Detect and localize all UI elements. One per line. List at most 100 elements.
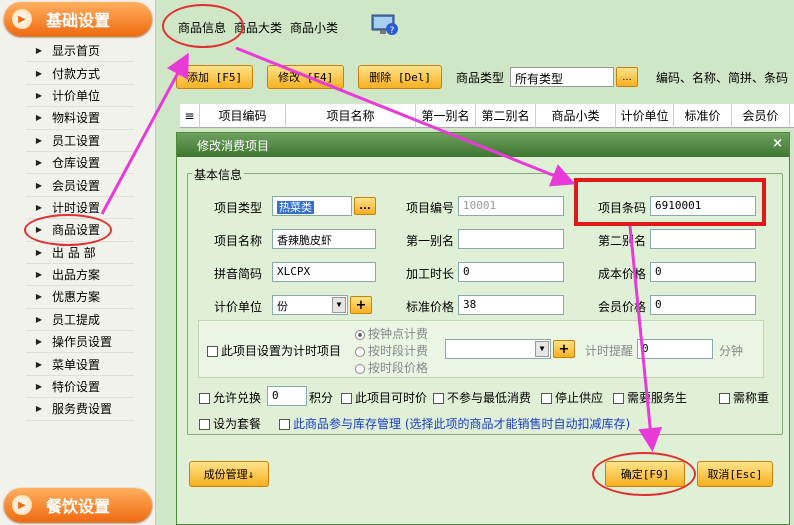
expand-icon: ▶	[12, 495, 32, 515]
triangle-right-icon: ▶	[35, 270, 43, 280]
min-spend-checkbox[interactable]: 不参与最低消费	[433, 389, 531, 406]
sidebar-item-10[interactable]: ▶ 出品方案	[26, 264, 134, 287]
sidebar-item-label: 出品方案	[52, 268, 101, 283]
need-service-checkbox[interactable]: 需要服务生	[613, 389, 687, 406]
radio-period[interactable]: 按时段计费	[355, 342, 428, 359]
triangle-right-icon: ▶	[35, 337, 43, 347]
sidebar-item-label: 计价单位	[52, 88, 101, 103]
chevron-down-icon[interactable]: ▼	[332, 297, 346, 313]
monitor-help-icon[interactable]: ?	[371, 14, 399, 36]
barcode-highlight-box	[574, 178, 766, 226]
type-filter-select[interactable]: 所有类型	[510, 67, 615, 87]
sidebar-item-16[interactable]: ▶ 服务费设置	[26, 398, 134, 421]
code-input[interactable]: 10001	[458, 196, 564, 216]
time-input[interactable]: 0	[458, 262, 564, 282]
type-filter-browse-button[interactable]: ...	[616, 67, 639, 87]
grid-header: ≡ 项目编码 项目名称 第一别名 第二别名 商品小类 计价单位 标准价 会员价	[180, 103, 794, 128]
type-label: 项目类型	[214, 201, 263, 215]
remind-input[interactable]: 0	[637, 339, 713, 359]
alias2-label: 第二别名	[598, 234, 647, 248]
col-item-name[interactable]: 项目名称	[286, 103, 416, 128]
set-combo-checkbox[interactable]: 设为套餐	[199, 415, 261, 432]
radio-hourly[interactable]: 按钟点计费	[355, 325, 428, 342]
type-input[interactable]: 热菜类	[272, 196, 352, 216]
name-input[interactable]: 香辣脆皮虾	[272, 229, 376, 249]
basic-settings-header[interactable]: ▶ 基础设置	[4, 2, 152, 36]
sidebar-item-0[interactable]: ▶ 显示首页	[26, 40, 134, 63]
sidebar-item-4[interactable]: ▶ 员工设置	[26, 130, 134, 152]
sidebar-item-2[interactable]: ▶ 计价单位	[26, 85, 134, 108]
cost-label: 成本价格	[598, 267, 647, 281]
triangle-right-icon: ▶	[35, 359, 43, 369]
close-icon[interactable]: ×	[772, 136, 783, 151]
period-add-button[interactable]: +	[553, 340, 575, 358]
col-alias1[interactable]: 第一别名	[416, 103, 476, 128]
sidebar-item-5[interactable]: ▶ 仓库设置	[26, 152, 134, 175]
inventory-checkbox[interactable]: 此商品参与库存管理 (选择此项的商品才能销售时自动扣减库存)	[279, 415, 630, 432]
stop-supply-checkbox[interactable]: 停止供应	[541, 389, 603, 406]
timed-price-checkbox[interactable]: 此项目可时价	[341, 389, 427, 406]
type-filter-label: 商品类型	[456, 70, 505, 85]
sidebar-item-14[interactable]: ▶ 菜单设置	[26, 353, 134, 376]
type-browse-button[interactable]: ...	[354, 197, 376, 215]
std-price-input[interactable]: 38	[458, 295, 564, 315]
col-item-code[interactable]: 项目编码	[200, 103, 286, 128]
sidebar-item-label: 操作员设置	[52, 335, 113, 350]
sidebar-item-11[interactable]: ▶ 优惠方案	[26, 286, 134, 309]
cancel-button[interactable]: 取消[Esc]	[697, 461, 773, 487]
catering-settings-label: 餐饮设置	[46, 497, 111, 516]
sidebar-item-6[interactable]: ▶ 会员设置	[26, 174, 134, 197]
tab-product-subcategory[interactable]: 商品小类	[290, 19, 338, 36]
triangle-right-icon: ▶	[35, 382, 43, 392]
code-label: 项目编号	[406, 201, 455, 215]
time-label: 加工时长	[406, 267, 455, 281]
cost-input[interactable]: 0	[650, 262, 756, 282]
col-alias2[interactable]: 第二别名	[476, 103, 536, 128]
col-member-price[interactable]: 会员价	[732, 103, 790, 128]
col-std-price[interactable]: 标准价	[674, 103, 732, 128]
alias2-input[interactable]	[650, 229, 756, 249]
triangle-right-icon: ▶	[35, 202, 43, 212]
sidebar-item-13[interactable]: ▶ 操作员设置	[26, 331, 134, 354]
edit-button[interactable]: 修改 [F4]	[267, 65, 345, 89]
unit-select[interactable]: 份 ▼	[272, 295, 348, 315]
sidebar-item-label: 优惠方案	[52, 290, 101, 305]
member-price-input[interactable]: 0	[650, 295, 756, 315]
delete-button[interactable]: 删除 [Del]	[358, 65, 442, 89]
exchange-points-input[interactable]: 0	[267, 386, 307, 406]
ok-highlight-ellipse	[592, 452, 696, 496]
need-weigh-checkbox[interactable]: 需称重	[719, 389, 769, 406]
expand-icon: ▶	[12, 9, 32, 29]
sidebar-item-15[interactable]: ▶ 特价设置	[26, 376, 134, 399]
period-select[interactable]: ▼	[445, 339, 551, 359]
basic-settings-label: 基础设置	[46, 11, 111, 30]
triangle-right-icon: ▶	[35, 90, 43, 100]
group-label: 基本信息	[192, 166, 245, 183]
triangle-right-icon: ▶	[35, 180, 43, 190]
timed-item-checkbox[interactable]: 此项目设置为计时项目	[207, 342, 341, 359]
grid-row-marker: ≡	[180, 103, 200, 128]
alias1-input[interactable]	[458, 229, 564, 249]
unit-label: 计价单位	[214, 300, 263, 314]
chevron-down-icon[interactable]: ▼	[535, 341, 549, 357]
catering-settings-header[interactable]: ▶ 餐饮设置	[4, 488, 152, 522]
col-subcategory[interactable]: 商品小类	[536, 103, 616, 128]
remind-label: 计时提醒	[585, 344, 634, 358]
col-unit[interactable]: 计价单位	[616, 103, 674, 128]
allow-exchange-checkbox[interactable]: 允许兑换	[199, 389, 261, 406]
menu-highlight-ellipse	[24, 214, 112, 246]
triangle-right-icon: ▶	[35, 113, 43, 123]
triangle-right-icon: ▶	[35, 68, 43, 78]
pinyin-input[interactable]: XLCPX	[272, 262, 376, 282]
unit-add-button[interactable]: +	[350, 296, 372, 314]
radio-period-price[interactable]: 按时段价格	[355, 359, 428, 376]
sidebar-item-1[interactable]: ▶ 付款方式	[26, 62, 134, 85]
cost-management-button[interactable]: 成份管理↓	[189, 461, 269, 487]
sidebar-item-12[interactable]: ▶ 员工提成	[26, 309, 134, 332]
sidebar-item-label: 仓库设置	[52, 156, 101, 171]
sidebar-item-3[interactable]: ▶ 物料设置	[26, 107, 134, 130]
triangle-right-icon: ▶	[35, 135, 43, 145]
add-button[interactable]: 添加 [F5]	[176, 65, 254, 89]
triangle-right-icon: ▶	[35, 158, 43, 168]
sidebar-item-label: 服务费设置	[52, 402, 113, 417]
